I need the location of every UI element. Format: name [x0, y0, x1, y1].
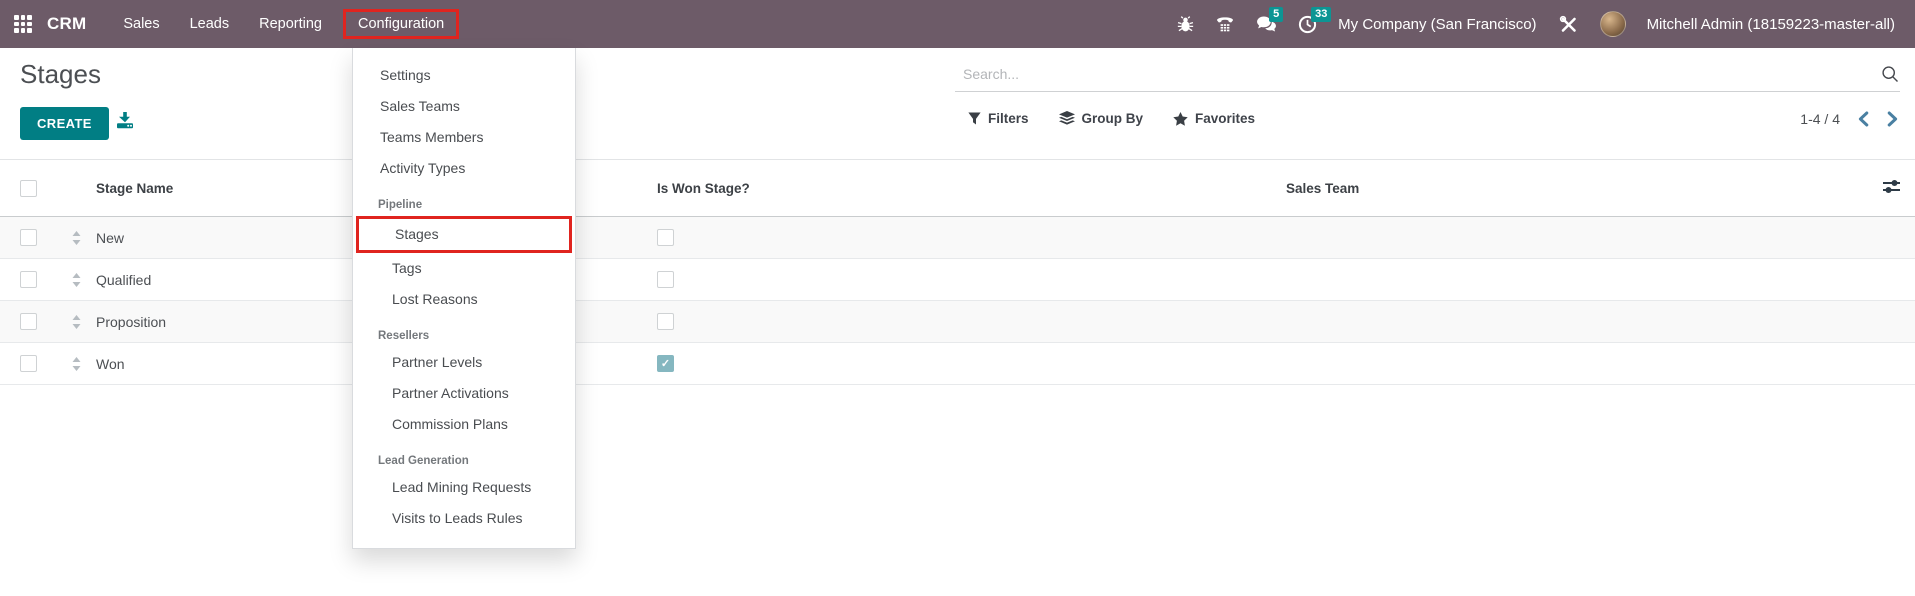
search-panel: Filters Group By Favorites 1-4 / 4 — [955, 48, 1900, 160]
is-won-checkbox[interactable]: ✓ — [657, 355, 674, 372]
star-icon — [1173, 112, 1188, 126]
row-select-checkbox[interactable] — [20, 355, 37, 372]
select-all-checkbox[interactable] — [20, 180, 37, 197]
column-header-is-won-stage[interactable]: Is Won Stage? — [640, 181, 1270, 196]
drag-handle-icon[interactable] — [71, 231, 82, 245]
debug-bug-icon[interactable] — [1177, 16, 1194, 33]
menu-item-commission-plans[interactable]: Commission Plans — [353, 409, 575, 440]
table-row-qualified[interactable]: Qualified — [0, 259, 1915, 301]
search-input[interactable] — [955, 56, 1900, 91]
menu-item-activity-types[interactable]: Activity Types — [353, 153, 575, 184]
import-records-icon[interactable] — [116, 112, 134, 134]
voip-phone-icon[interactable] — [1215, 15, 1235, 33]
menu-item-lost-reasons[interactable]: Lost Reasons — [353, 284, 575, 315]
menu-item-settings[interactable]: Settings — [353, 60, 575, 91]
table-row-won[interactable]: Won✓ — [0, 343, 1915, 385]
page-title: Stages — [20, 59, 101, 90]
row-select-checkbox[interactable] — [20, 229, 37, 246]
is-won-checkbox[interactable] — [657, 313, 674, 330]
menu-item-partner-levels[interactable]: Partner Levels — [353, 347, 575, 378]
create-button[interactable]: CREATE — [20, 107, 109, 140]
dropdown-section-resellers: Resellers — [353, 325, 575, 347]
drag-handle-icon[interactable] — [71, 357, 82, 371]
tools-icon[interactable] — [1558, 14, 1579, 35]
table-row-new[interactable]: New — [0, 217, 1915, 259]
configuration-dropdown: SettingsSales TeamsTeams MembersActivity… — [352, 48, 576, 549]
menu-item-partner-activations[interactable]: Partner Activations — [353, 378, 575, 409]
stages-list-view: Stage Name Is Won Stage? Sales Team NewQ… — [0, 160, 1915, 385]
drag-handle-icon[interactable] — [71, 315, 82, 329]
row-select-checkbox[interactable] — [20, 271, 37, 288]
group-by-label: Group By — [1082, 111, 1144, 126]
dropdown-section-lead-generation: Lead Generation — [353, 450, 575, 472]
dropdown-section-pipeline: Pipeline — [353, 194, 575, 216]
nav-menu-bar: Sales Leads Reporting Configuration — [108, 9, 459, 39]
company-switcher[interactable]: My Company (San Francisco) — [1338, 16, 1536, 33]
apps-menu-icon[interactable] — [14, 15, 32, 33]
funnel-icon — [968, 112, 981, 125]
table-body: NewQualifiedPropositionWon✓ — [0, 217, 1915, 385]
user-avatar[interactable] — [1600, 11, 1626, 37]
menu-item-visits-to-leads-rules[interactable]: Visits to Leads Rules — [353, 503, 575, 534]
nav-menu-configuration[interactable]: Configuration — [343, 9, 459, 39]
menu-item-lead-mining-requests[interactable]: Lead Mining Requests — [353, 472, 575, 503]
nav-menu-leads[interactable]: Leads — [175, 9, 245, 39]
activity-count-badge: 33 — [1311, 7, 1331, 22]
pager-previous-icon[interactable] — [1858, 111, 1869, 127]
optional-columns-icon[interactable] — [1882, 179, 1901, 197]
table-row-proposition[interactable]: Proposition — [0, 301, 1915, 343]
messages-icon[interactable]: 5 — [1256, 15, 1277, 33]
nav-menu-sales[interactable]: Sales — [108, 9, 174, 39]
filters-label: Filters — [988, 111, 1029, 126]
navbar-right-section: 5 33 My Company (San Francisco) Mitchell… — [1177, 11, 1895, 37]
menu-item-teams-members[interactable]: Teams Members — [353, 122, 575, 153]
messages-count-badge: 5 — [1269, 7, 1283, 22]
activity-clock-icon[interactable]: 33 — [1298, 15, 1317, 34]
control-panel: Stages CREATE Filters Group By Favorites — [0, 48, 1915, 160]
app-title[interactable]: CRM — [47, 14, 86, 34]
favorites-button[interactable]: Favorites — [1173, 111, 1255, 126]
table-header-row: Stage Name Is Won Stage? Sales Team — [0, 160, 1915, 217]
menu-item-stages[interactable]: Stages — [359, 219, 569, 250]
annotation-box-stages: Stages — [356, 216, 572, 253]
filters-button[interactable]: Filters — [968, 111, 1029, 126]
layers-icon — [1059, 111, 1075, 126]
user-menu[interactable]: Mitchell Admin (18159223-master-all) — [1647, 16, 1895, 33]
pager: 1-4 / 4 — [1800, 111, 1898, 127]
nav-menu-reporting[interactable]: Reporting — [244, 9, 337, 39]
search-bar — [955, 56, 1900, 92]
favorites-label: Favorites — [1195, 111, 1255, 126]
menu-item-tags[interactable]: Tags — [353, 253, 575, 284]
group-by-button[interactable]: Group By — [1059, 111, 1144, 126]
pager-range: 1-4 / 4 — [1800, 111, 1840, 127]
is-won-checkbox[interactable] — [657, 271, 674, 288]
view-controls: Filters Group By Favorites — [968, 111, 1255, 126]
drag-handle-icon[interactable] — [71, 273, 82, 287]
magnifier-icon[interactable] — [1880, 64, 1900, 89]
menu-item-sales-teams[interactable]: Sales Teams — [353, 91, 575, 122]
is-won-checkbox[interactable] — [657, 229, 674, 246]
pager-next-icon[interactable] — [1887, 111, 1898, 127]
column-header-sales-team[interactable]: Sales Team — [1270, 181, 1867, 196]
row-select-checkbox[interactable] — [20, 313, 37, 330]
top-navbar: CRM Sales Leads Reporting Configuration … — [0, 0, 1915, 48]
